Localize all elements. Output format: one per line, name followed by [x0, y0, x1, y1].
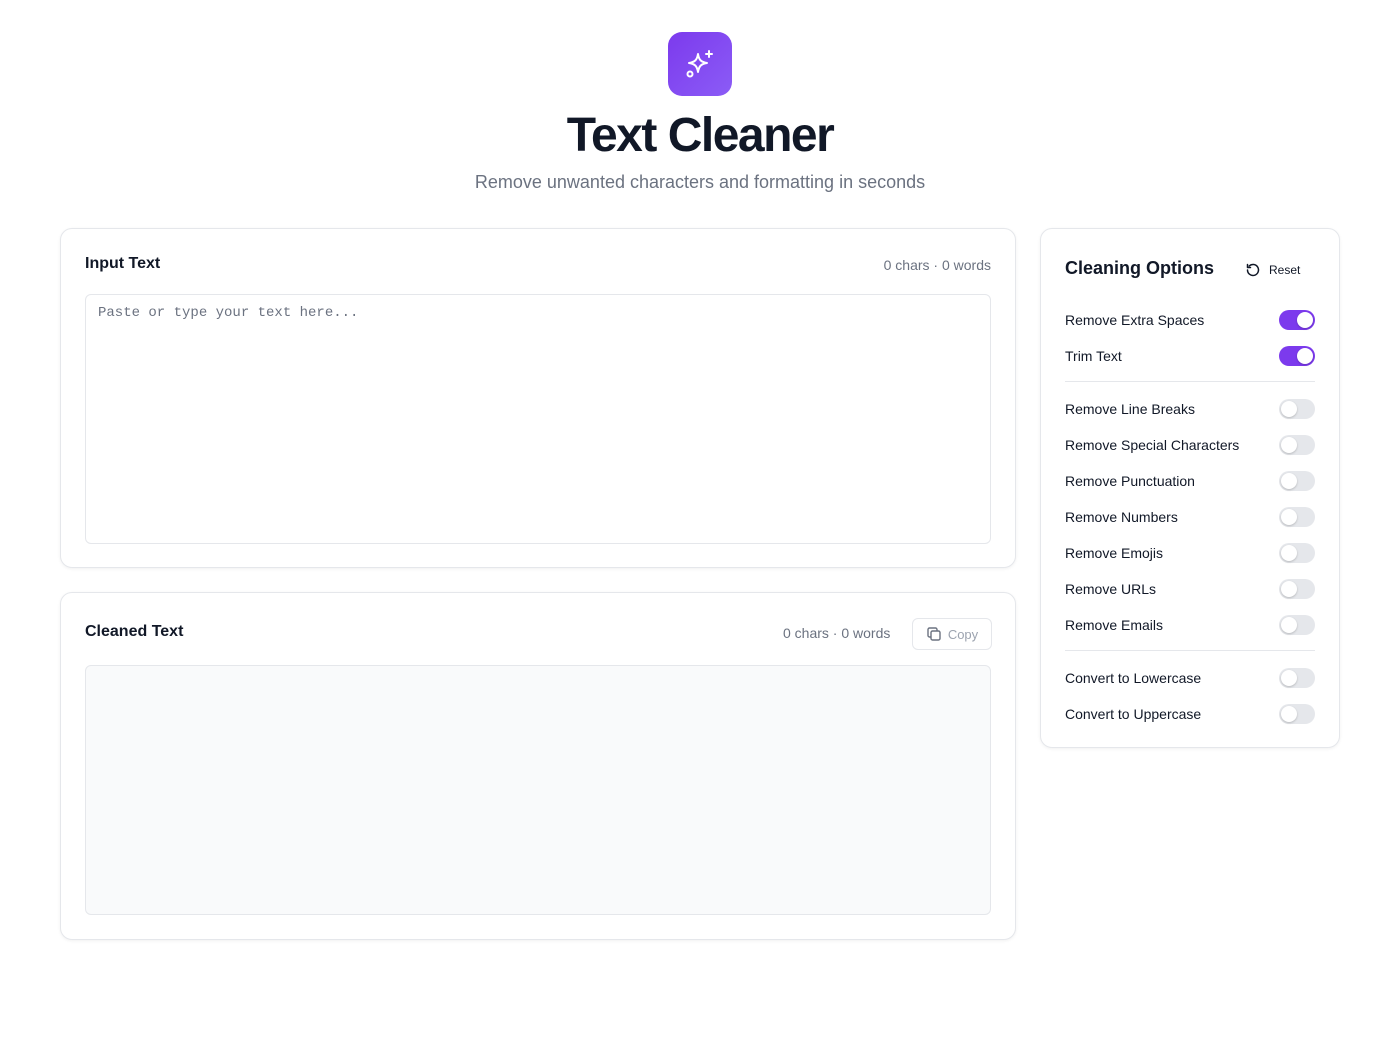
- option-remove-numbers: Remove Numbers: [1065, 506, 1315, 528]
- toggle-convert-to-uppercase[interactable]: [1279, 704, 1315, 724]
- toggle-trim-text[interactable]: [1279, 346, 1315, 366]
- option-remove-special-characters: Remove Special Characters: [1065, 434, 1315, 456]
- reset-label: Reset: [1269, 263, 1301, 277]
- option-label: Convert to Uppercase: [1065, 706, 1202, 722]
- input-counts: 0 chars · 0 words: [883, 257, 991, 273]
- option-remove-emails: Remove Emails: [1065, 614, 1315, 636]
- option-label: Remove Emails: [1065, 617, 1164, 633]
- option-label: Remove Emojis: [1065, 545, 1164, 561]
- option-label: Remove URLs: [1065, 581, 1157, 597]
- toggle-remove-extra-spaces[interactable]: [1279, 310, 1315, 330]
- page-subtitle: Remove unwanted characters and formattin…: [474, 172, 926, 192]
- rotate-ccw-icon: [1246, 263, 1260, 277]
- page-title: Text Cleaner: [566, 109, 835, 162]
- option-remove-urls: Remove URLs: [1065, 578, 1315, 600]
- copy-button[interactable]: Copy: [912, 618, 992, 650]
- option-remove-punctuation: Remove Punctuation: [1065, 470, 1315, 492]
- option-remove-extra-spaces: Remove Extra Spaces: [1065, 309, 1315, 331]
- output-textarea[interactable]: [85, 665, 991, 915]
- reset-button[interactable]: Reset: [1245, 259, 1300, 281]
- option-trim-text: Trim Text: [1065, 345, 1315, 367]
- copy-label: Copy: [947, 626, 979, 642]
- option-label: Remove Special Characters: [1065, 437, 1240, 453]
- options-card: Cleaning Options Reset Remove Extra Spac…: [1040, 228, 1340, 748]
- output-title: Cleaned Text: [85, 623, 184, 640]
- output-card: Cleaned Text 0 chars · 0 words Copy: [60, 592, 1016, 940]
- divider: [1065, 650, 1315, 651]
- option-label: Remove Numbers: [1065, 509, 1178, 525]
- output-counts: 0 chars · 0 words: [783, 625, 891, 641]
- input-title: Input Text: [85, 255, 161, 272]
- toggle-remove-urls[interactable]: [1279, 579, 1315, 599]
- input-card: Input Text 0 chars · 0 words: [60, 228, 1016, 568]
- option-label: Remove Extra Spaces: [1065, 312, 1205, 328]
- option-remove-emojis: Remove Emojis: [1065, 542, 1315, 564]
- divider: [1065, 381, 1315, 382]
- toggle-remove-numbers[interactable]: [1279, 507, 1315, 527]
- toggle-convert-to-lowercase[interactable]: [1279, 668, 1315, 688]
- option-remove-line-breaks: Remove Line Breaks: [1065, 398, 1315, 420]
- option-label: Convert to Lowercase: [1065, 670, 1202, 686]
- copy-icon: [927, 627, 941, 641]
- sparkles-icon: [668, 32, 732, 96]
- options-title: Cleaning Options: [1065, 258, 1215, 278]
- toggle-remove-special-characters[interactable]: [1279, 435, 1315, 455]
- option-convert-to-lowercase: Convert to Lowercase: [1065, 667, 1315, 689]
- option-label: Remove Line Breaks: [1065, 401, 1195, 417]
- toggle-remove-punctuation[interactable]: [1279, 471, 1315, 491]
- toggle-remove-line-breaks[interactable]: [1279, 399, 1315, 419]
- toggle-remove-emojis[interactable]: [1279, 543, 1315, 563]
- option-label: Remove Punctuation: [1065, 473, 1195, 489]
- toggle-remove-emails[interactable]: [1279, 615, 1315, 635]
- option-convert-to-uppercase: Convert to Uppercase: [1065, 703, 1315, 725]
- input-textarea[interactable]: [85, 294, 991, 544]
- option-label: Trim Text: [1065, 348, 1122, 364]
